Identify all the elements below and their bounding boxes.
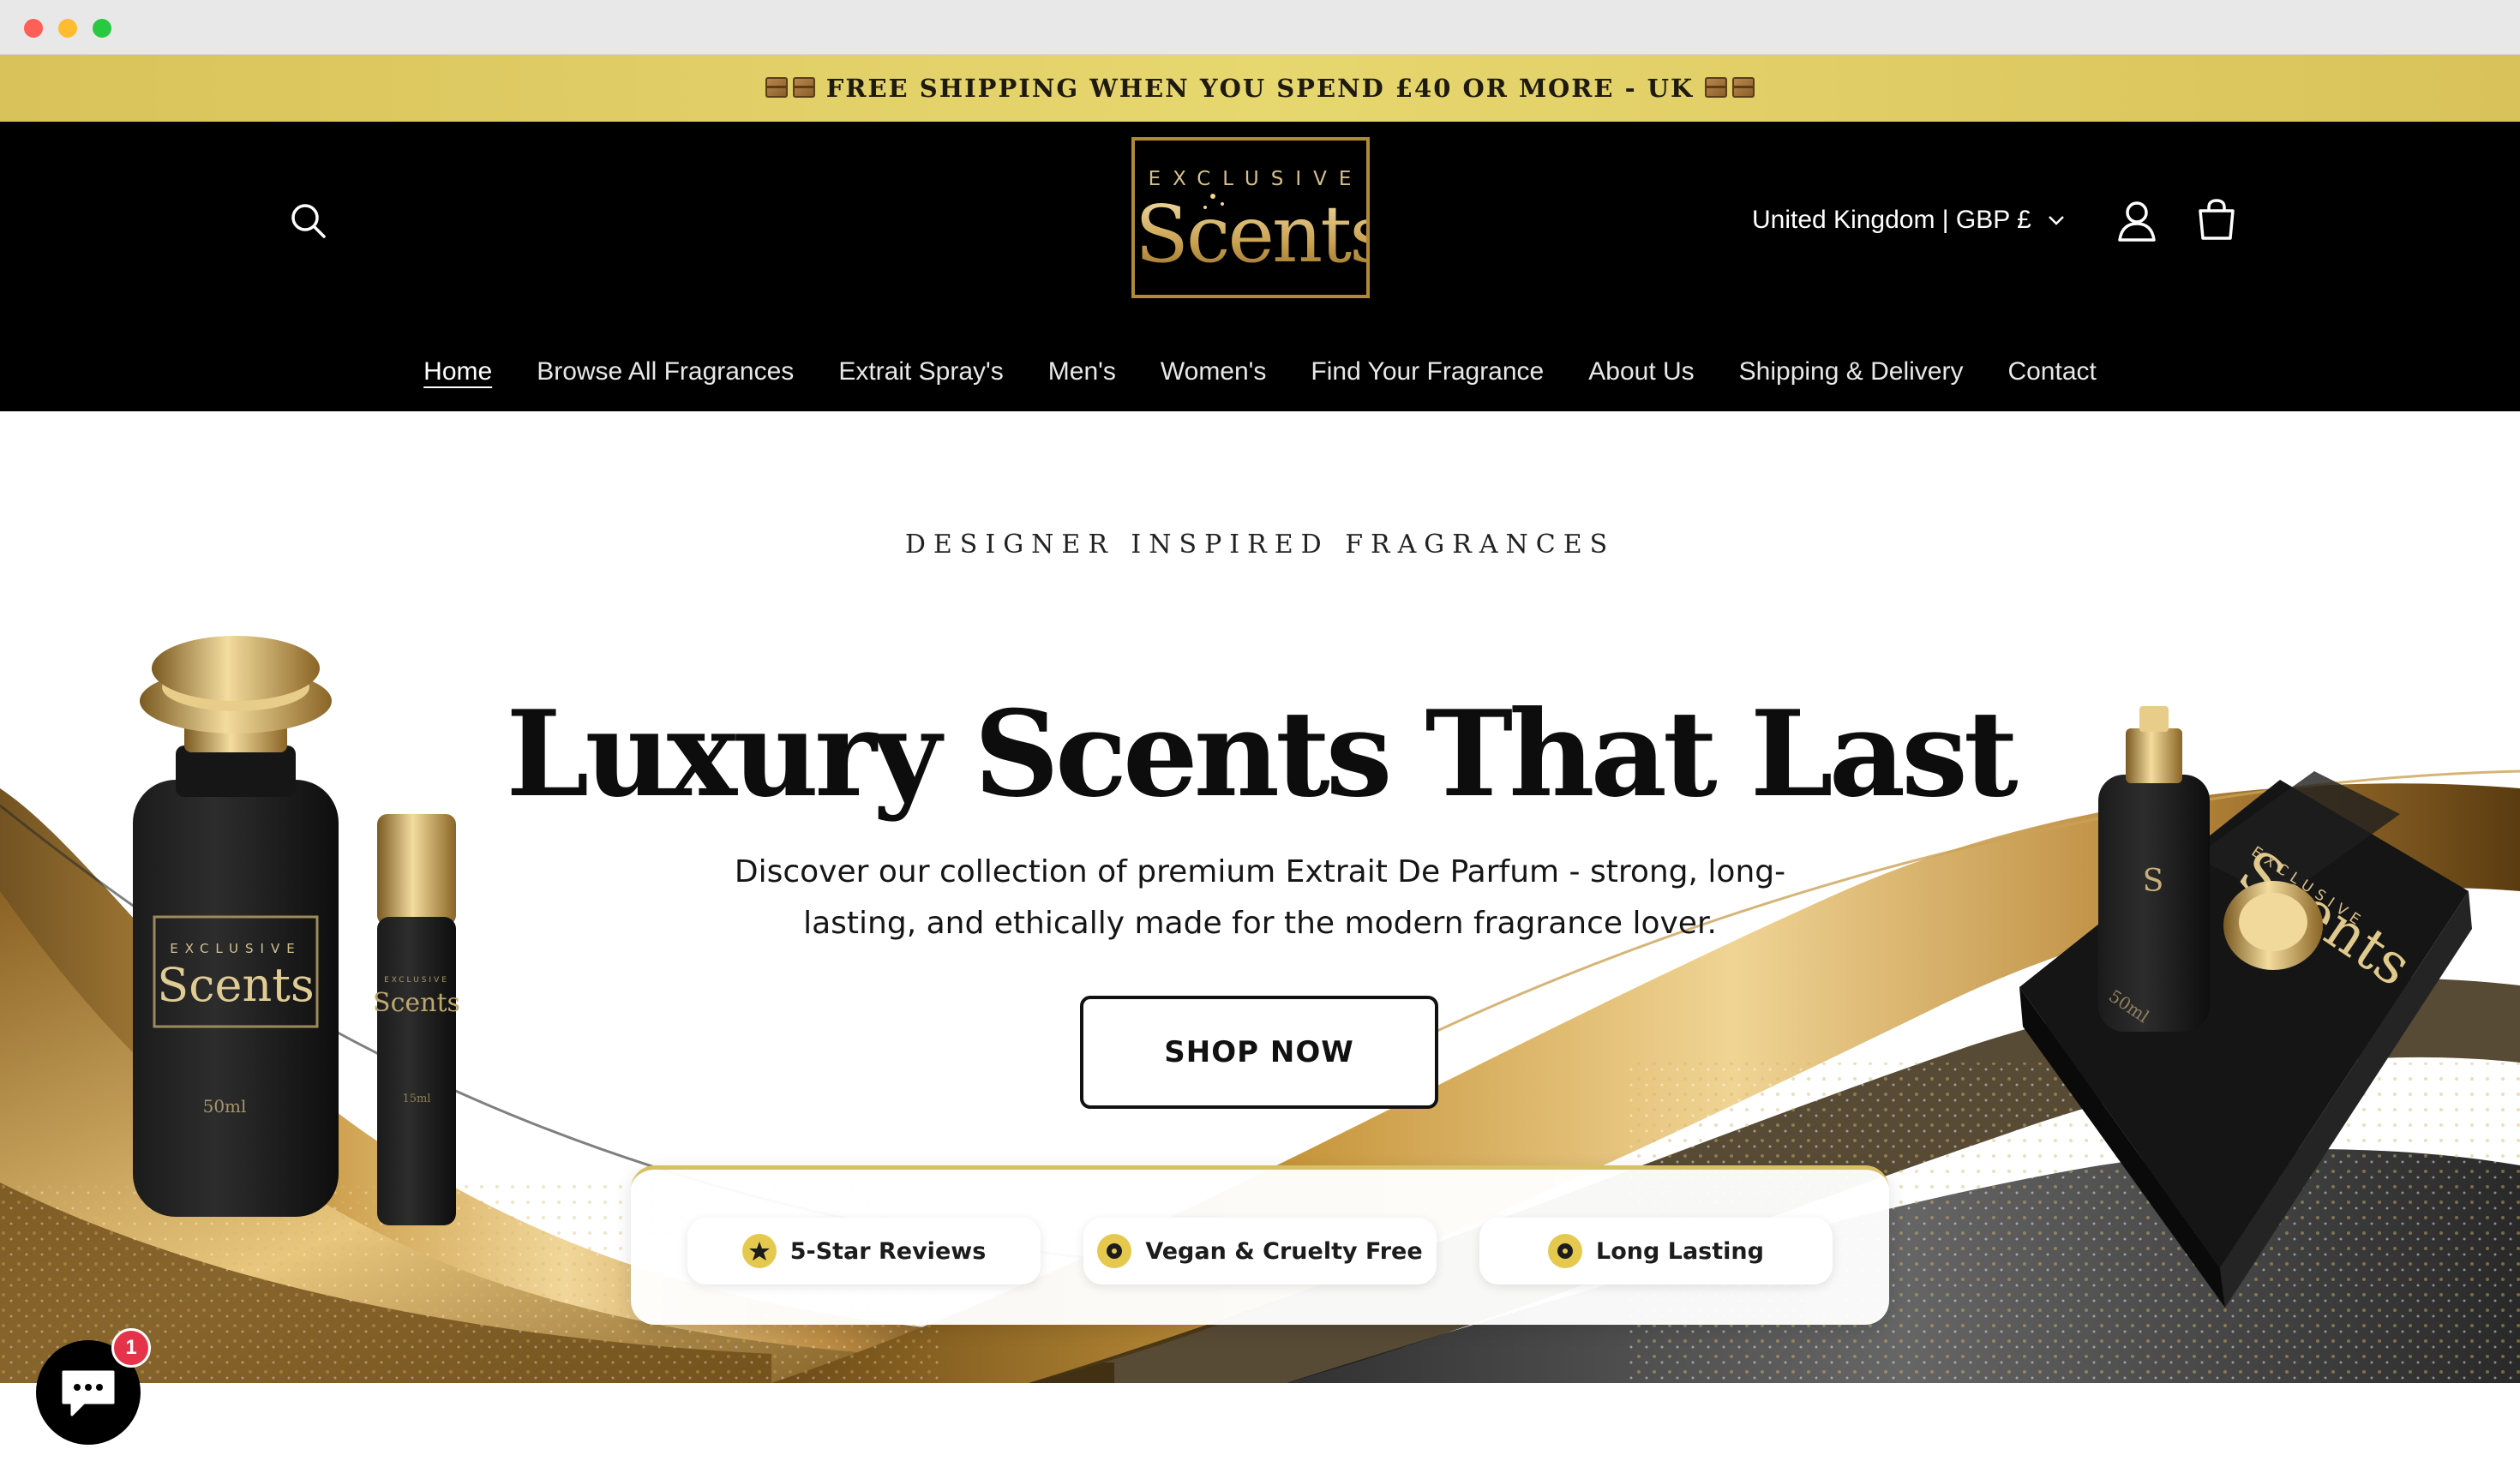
badge-vegan-cruelty-free: Vegan & Cruelty Free bbox=[1083, 1218, 1437, 1284]
window-close-icon[interactable] bbox=[24, 19, 43, 38]
account-icon bbox=[2118, 201, 2156, 242]
bottle-small-brand: Scents bbox=[373, 988, 460, 1018]
badge-label: Long Lasting bbox=[1596, 1237, 1764, 1265]
hero-headline: Luxury Scents That Last bbox=[506, 684, 2018, 823]
search-icon bbox=[291, 204, 326, 238]
bottle-small-size: 15ml bbox=[402, 1093, 430, 1105]
badge-label: 5-Star Reviews bbox=[789, 1237, 987, 1265]
nav-extrait-sprays[interactable]: Extrait Spray's bbox=[838, 353, 1003, 391]
window-zoom-icon[interactable] bbox=[93, 19, 111, 38]
badge-5-star-reviews: 5-Star Reviews bbox=[687, 1218, 1041, 1284]
announcement-bar: FREE SHIPPING WHEN YOU SPEND £40 OR MORE… bbox=[0, 55, 2520, 122]
announcement-text: FREE SHIPPING WHEN YOU SPEND £40 OR MORE… bbox=[825, 74, 1695, 103]
nav-shipping-delivery[interactable]: Shipping & Delivery bbox=[1739, 353, 1964, 391]
hero-banner: EXCLUSIVE Scents 50ml EXCLUSIVE Scents 1… bbox=[0, 411, 2520, 1383]
bottle-large-brand: Scents bbox=[157, 958, 314, 1012]
site-header: EXCLUSIVE Scents United Kingdom | GBP £ … bbox=[0, 122, 2520, 411]
window-minimize-icon[interactable] bbox=[58, 19, 77, 38]
sparkle-icon bbox=[1203, 206, 1207, 209]
nav-home[interactable]: Home bbox=[423, 353, 492, 391]
sparkle-icon bbox=[1210, 194, 1215, 199]
badge-long-lasting: Long Lasting bbox=[1479, 1218, 1833, 1284]
region-label: United Kingdom | GBP £ bbox=[1752, 206, 2031, 234]
cart-icon bbox=[2199, 199, 2235, 240]
gift-box-bottle-brand: S bbox=[2143, 864, 2164, 899]
bottle-large-brand-top: EXCLUSIVE bbox=[170, 941, 301, 956]
hero-subtext: Discover our collection of premium Extra… bbox=[734, 854, 1786, 941]
search-button[interactable] bbox=[285, 197, 333, 245]
nav-contact[interactable]: Contact bbox=[2007, 353, 2096, 391]
browser-chrome bbox=[0, 0, 2520, 55]
perfume-bottle-small: EXCLUSIVE Scents 15ml bbox=[373, 814, 460, 1225]
region-currency-selector[interactable]: United Kingdom | GBP £ bbox=[1752, 206, 2066, 235]
hero-eyebrow: DESIGNER INSPIRED FRAGRANCES bbox=[904, 530, 1616, 560]
bottle-small-brand-top: EXCLUSIVE bbox=[384, 976, 449, 985]
package-icon bbox=[1702, 77, 1757, 99]
nav-womens[interactable]: Women's bbox=[1161, 353, 1267, 391]
main-navigation: Home Browse All Fragrances Extrait Spray… bbox=[0, 353, 2520, 391]
chat-bubble-icon bbox=[62, 1370, 115, 1416]
nav-mens[interactable]: Men's bbox=[1048, 353, 1116, 391]
sparkle-icon bbox=[1221, 202, 1224, 206]
nav-about-us[interactable]: About Us bbox=[1588, 353, 1694, 391]
logo-main-text: Scents bbox=[1135, 189, 1389, 280]
clock-icon bbox=[1548, 1234, 1583, 1268]
badge-label: Vegan & Cruelty Free bbox=[1145, 1237, 1423, 1265]
site-logo[interactable]: EXCLUSIVE Scents bbox=[1131, 137, 1389, 298]
chat-unread-badge: 1 bbox=[111, 1328, 151, 1368]
bottle-large-size: 50ml bbox=[203, 1096, 247, 1117]
star-icon bbox=[741, 1234, 777, 1268]
package-icon bbox=[763, 77, 818, 99]
leaf-icon bbox=[1097, 1234, 1132, 1268]
nav-browse-all-fragrances[interactable]: Browse All Fragrances bbox=[537, 353, 794, 391]
shop-now-button[interactable]: SHOP NOW bbox=[1080, 996, 1438, 1109]
nav-find-your-fragrance[interactable]: Find Your Fragrance bbox=[1311, 353, 1544, 391]
account-button[interactable] bbox=[2114, 197, 2160, 245]
cart-button[interactable] bbox=[2193, 197, 2241, 245]
logo-top-text: EXCLUSIVE bbox=[1148, 168, 1364, 190]
trust-badges-panel: 5-Star Reviews Vegan & Cruelty Free Long… bbox=[631, 1165, 1889, 1325]
chevron-down-icon bbox=[2048, 216, 2064, 225]
